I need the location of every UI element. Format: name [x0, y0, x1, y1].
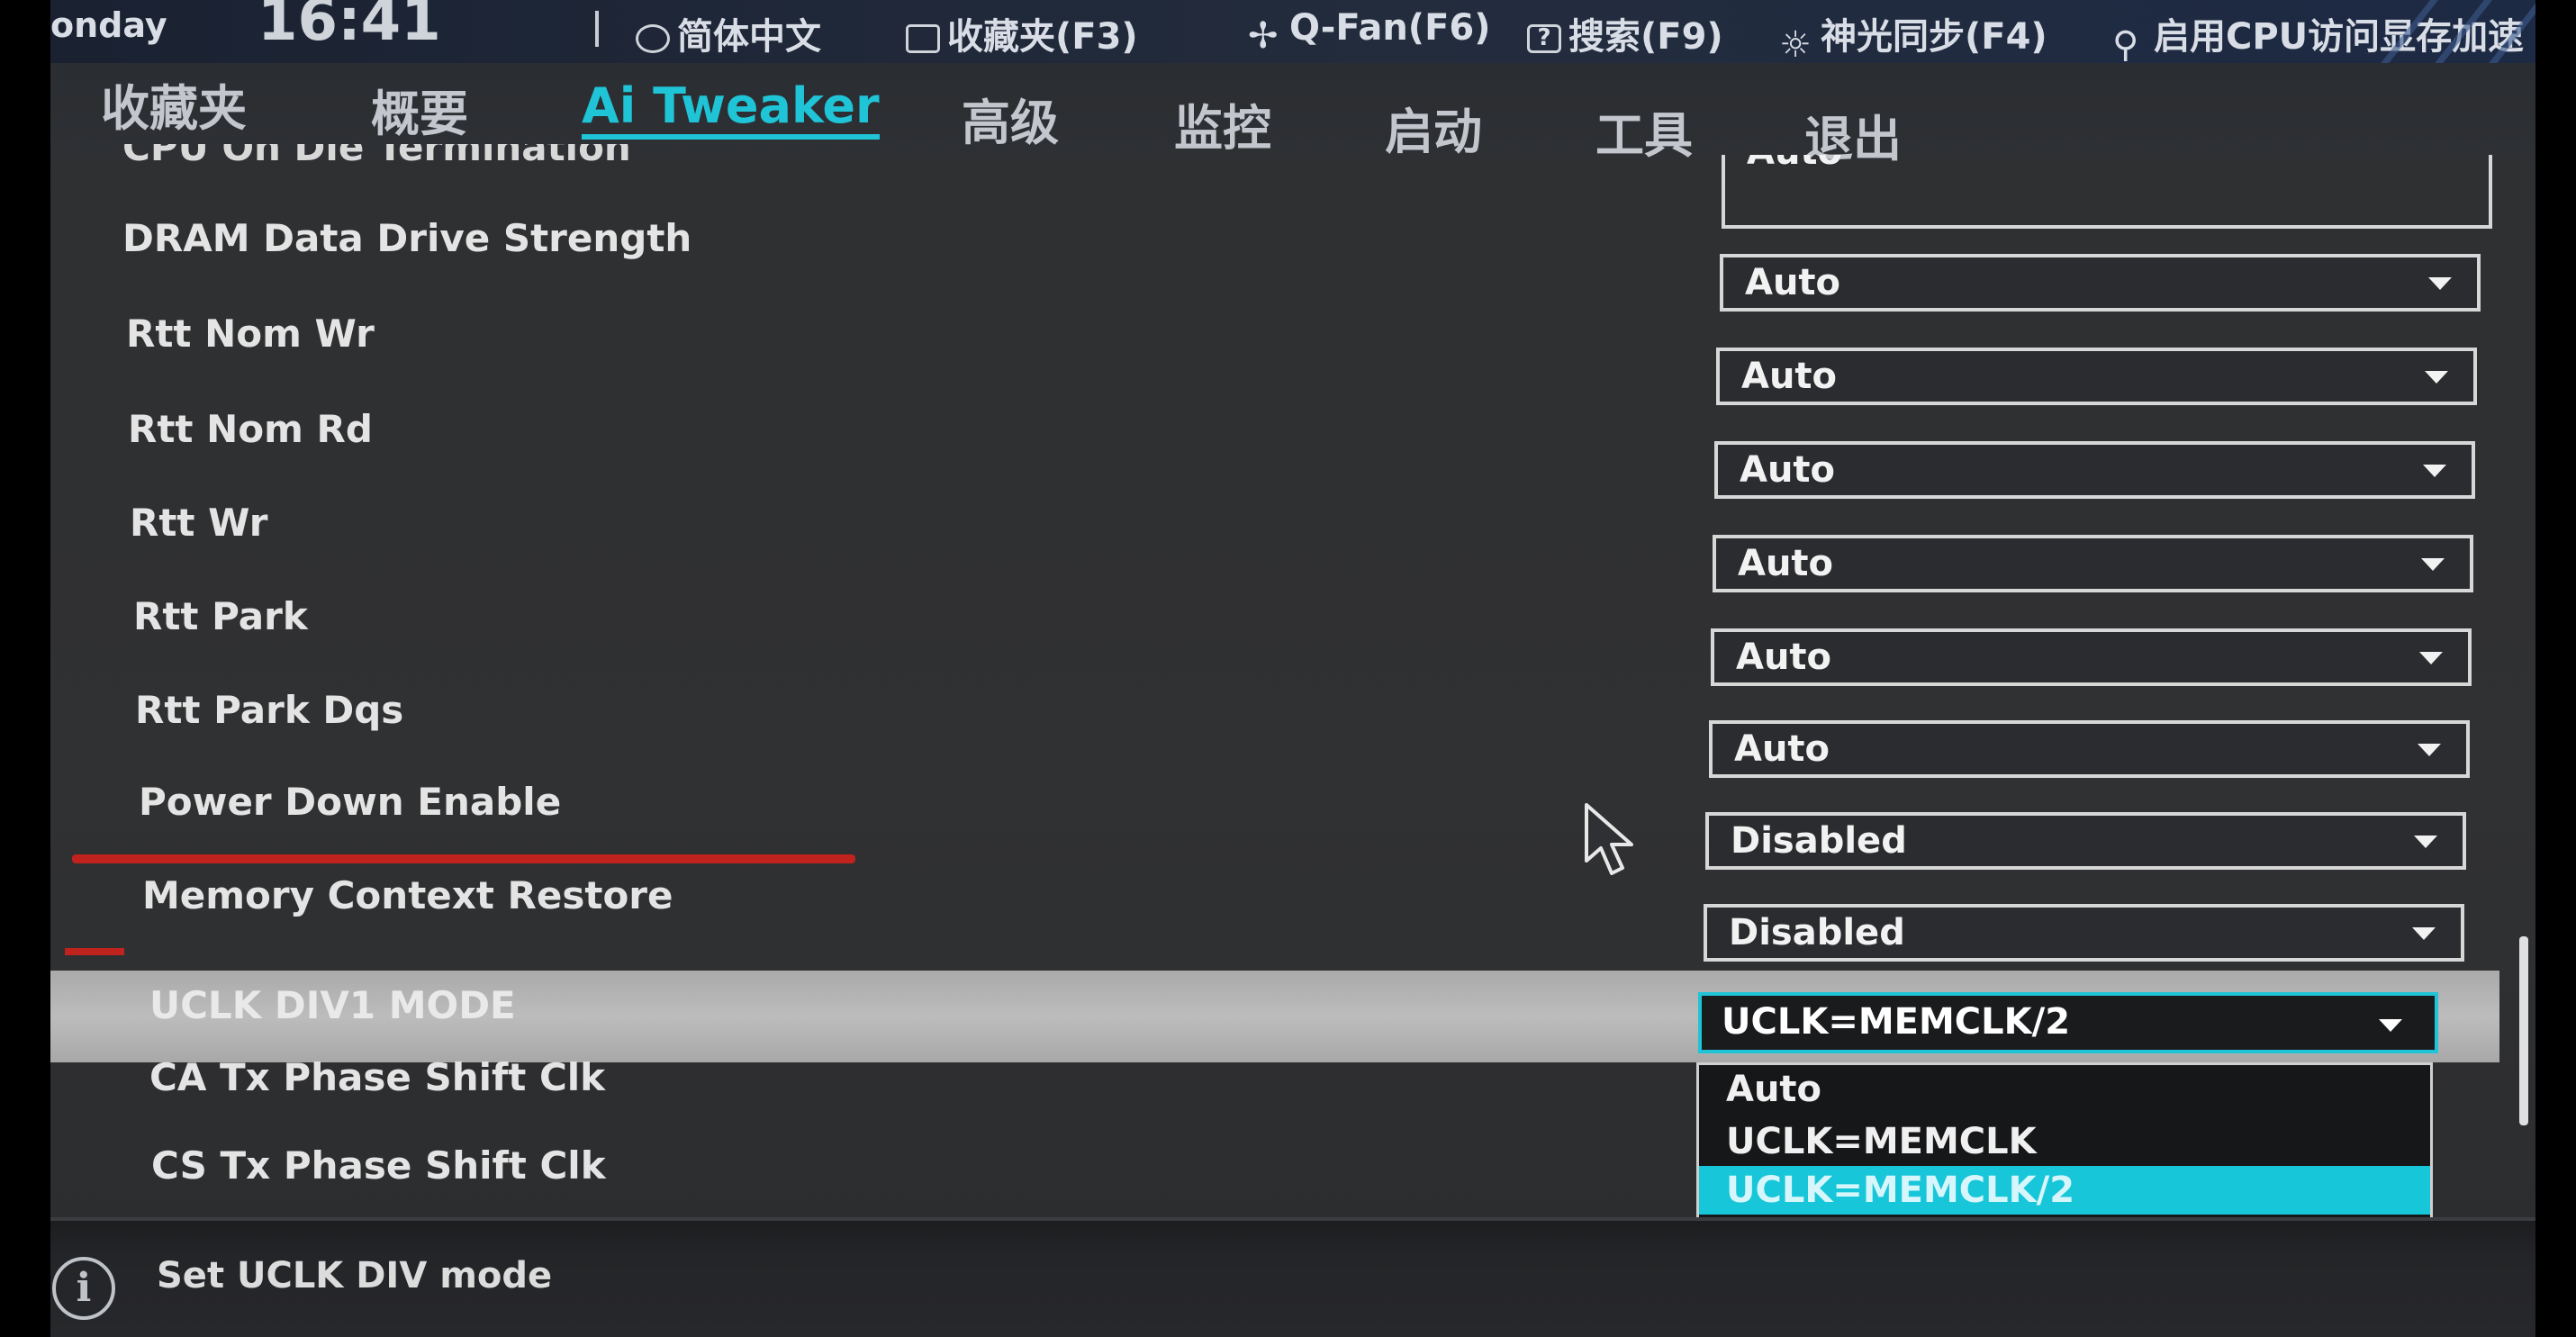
tab-favorites[interactable]: 收藏夹: [101, 68, 247, 140]
day-label: onday: [50, 5, 167, 45]
option-auto[interactable]: Auto: [1699, 1065, 2430, 1114]
help-search-icon: ?: [1527, 24, 1561, 53]
dropdown-uclk-div1-mode[interactable]: UCLK=MEMCLK/2: [1698, 992, 2438, 1053]
dropdown-rtt-park-dqs[interactable]: Auto: [1709, 720, 2470, 778]
top-status-bar: onday 16:41 简体中文 收藏夹(F3) ✢ Q-Fan(F6) ? 搜索(…: [50, 0, 2535, 99]
aura-sync-icon: ☼: [1779, 24, 1812, 66]
chevron-down-icon: [2425, 371, 2448, 384]
aura-label: 神光同步(F4): [1821, 16, 2047, 58]
dropdown-power-down-enable[interactable]: Disabled: [1705, 812, 2466, 870]
favorites-label: 收藏夹(F3): [947, 16, 1138, 58]
setting-label-cs-tx-phase-shift-clk[interactable]: CS Tx Phase Shift Clk: [151, 1143, 606, 1188]
tab-advanced[interactable]: 高级: [962, 83, 1059, 154]
dropdown-value: Disabled: [1729, 912, 1905, 953]
dropdown-rtt-park[interactable]: Auto: [1711, 628, 2472, 686]
dropdown-value: Auto: [1736, 637, 1832, 678]
dropdown-rtt-wr[interactable]: Auto: [1713, 535, 2473, 592]
qfan-label: Q-Fan(F6): [1289, 7, 1491, 49]
language-selector[interactable]: 简体中文: [636, 7, 821, 59]
bios-screen: onday 16:41 简体中文 收藏夹(F3) ✢ Q-Fan(F6) ? 搜索(…: [50, 0, 2535, 1337]
chevron-down-icon: [2428, 277, 2452, 290]
dropdown-value: Auto: [1740, 449, 1836, 491]
dropdown-value: Auto: [1741, 356, 1838, 397]
tab-boot[interactable]: 启动: [1385, 92, 1482, 163]
red-underline-annotation: [72, 854, 855, 863]
chevron-down-icon: [2379, 1019, 2402, 1032]
dropdown-value: UCLK=MEMCLK/2: [1722, 1001, 2071, 1043]
setting-label-rtt-nom-rd[interactable]: Rtt Nom Rd: [128, 407, 373, 451]
setting-label-power-down-enable[interactable]: Power Down Enable: [139, 780, 561, 824]
aura-shortcut[interactable]: ☼ 神光同步(F4): [1779, 7, 2047, 66]
help-bar: i Set UCLK DIV mode: [50, 1217, 2535, 1337]
chevron-down-icon: [2418, 744, 2441, 756]
scrollbar[interactable]: [2519, 936, 2528, 1125]
dropdown-memory-context-restore[interactable]: Disabled: [1704, 904, 2464, 962]
chevron-down-icon: [2419, 652, 2443, 664]
tab-monitor[interactable]: 监控: [1174, 88, 1271, 159]
favorites-shortcut[interactable]: 收藏夹(F3): [906, 7, 1138, 59]
fan-icon: ✢: [1248, 15, 1279, 57]
setting-label-ca-tx-phase-shift-clk[interactable]: CA Tx Phase Shift Clk: [149, 1055, 605, 1099]
help-text: Set UCLK DIV mode: [157, 1255, 553, 1296]
dropdown-dram-data-drive-strength[interactable]: Auto: [1720, 254, 2481, 312]
favorites-icon: [906, 24, 940, 53]
resizable-bar-icon: ⚲: [2112, 24, 2139, 66]
clock: 16:41: [258, 0, 441, 54]
divider: [595, 11, 599, 47]
setting-label-uclk-div1-mode[interactable]: UCLK DIV1 MODE: [149, 983, 516, 1027]
dropdown-value: Auto: [1734, 728, 1830, 770]
search-label: 搜索(F9): [1568, 16, 1723, 58]
option-uclk-memclk-half[interactable]: UCLK=MEMCLK/2: [1699, 1166, 2430, 1215]
dropdown-options-list: Auto UCLK=MEMCLK UCLK=MEMCLK/2: [1696, 1062, 2433, 1226]
setting-label-rtt-nom-wr[interactable]: Rtt Nom Wr: [126, 312, 375, 356]
tab-ai-tweaker[interactable]: Ai Tweaker: [582, 77, 880, 140]
chevron-down-icon: [2412, 927, 2436, 940]
dropdown-value: Auto: [1745, 262, 1841, 303]
chevron-down-icon: [2414, 836, 2437, 848]
option-uclk-memclk[interactable]: UCLK=MEMCLK: [1699, 1117, 2430, 1166]
red-mark-annotation: [65, 948, 124, 955]
dropdown-value: Disabled: [1731, 820, 1907, 862]
dropdown-rtt-nom-rd[interactable]: Auto: [1714, 441, 2475, 499]
setting-label-rtt-wr[interactable]: Rtt Wr: [130, 501, 267, 545]
info-icon: i: [52, 1257, 115, 1320]
language-label: 简体中文: [677, 16, 821, 58]
partial-row-label: CPU On Die Termination: [122, 144, 631, 164]
dropdown-value: Auto: [1738, 543, 1834, 584]
globe-icon: [636, 24, 670, 53]
partial-row-value: Auto: [1747, 155, 1842, 173]
search-shortcut[interactable]: ? 搜索(F9): [1527, 7, 1723, 59]
dropdown-rtt-nom-wr[interactable]: Auto: [1716, 348, 2477, 405]
chevron-down-icon: [2421, 558, 2445, 571]
chevron-down-icon: [2423, 465, 2446, 477]
partial-row-dropdown[interactable]: Auto: [1722, 155, 2492, 229]
tab-tool[interactable]: 工具: [1595, 95, 1693, 167]
setting-label-memory-context-restore[interactable]: Memory Context Restore: [142, 873, 673, 917]
mouse-pointer-icon: [1585, 803, 1633, 875]
setting-label-rtt-park[interactable]: Rtt Park: [133, 594, 308, 638]
qfan-shortcut[interactable]: ✢ Q-Fan(F6): [1248, 7, 1491, 57]
setting-label-rtt-park-dqs[interactable]: Rtt Park Dqs: [135, 688, 403, 732]
setting-label-dram-data-drive-strength[interactable]: DRAM Data Drive Strength: [122, 216, 691, 260]
tab-main[interactable]: 概要: [371, 74, 468, 145]
